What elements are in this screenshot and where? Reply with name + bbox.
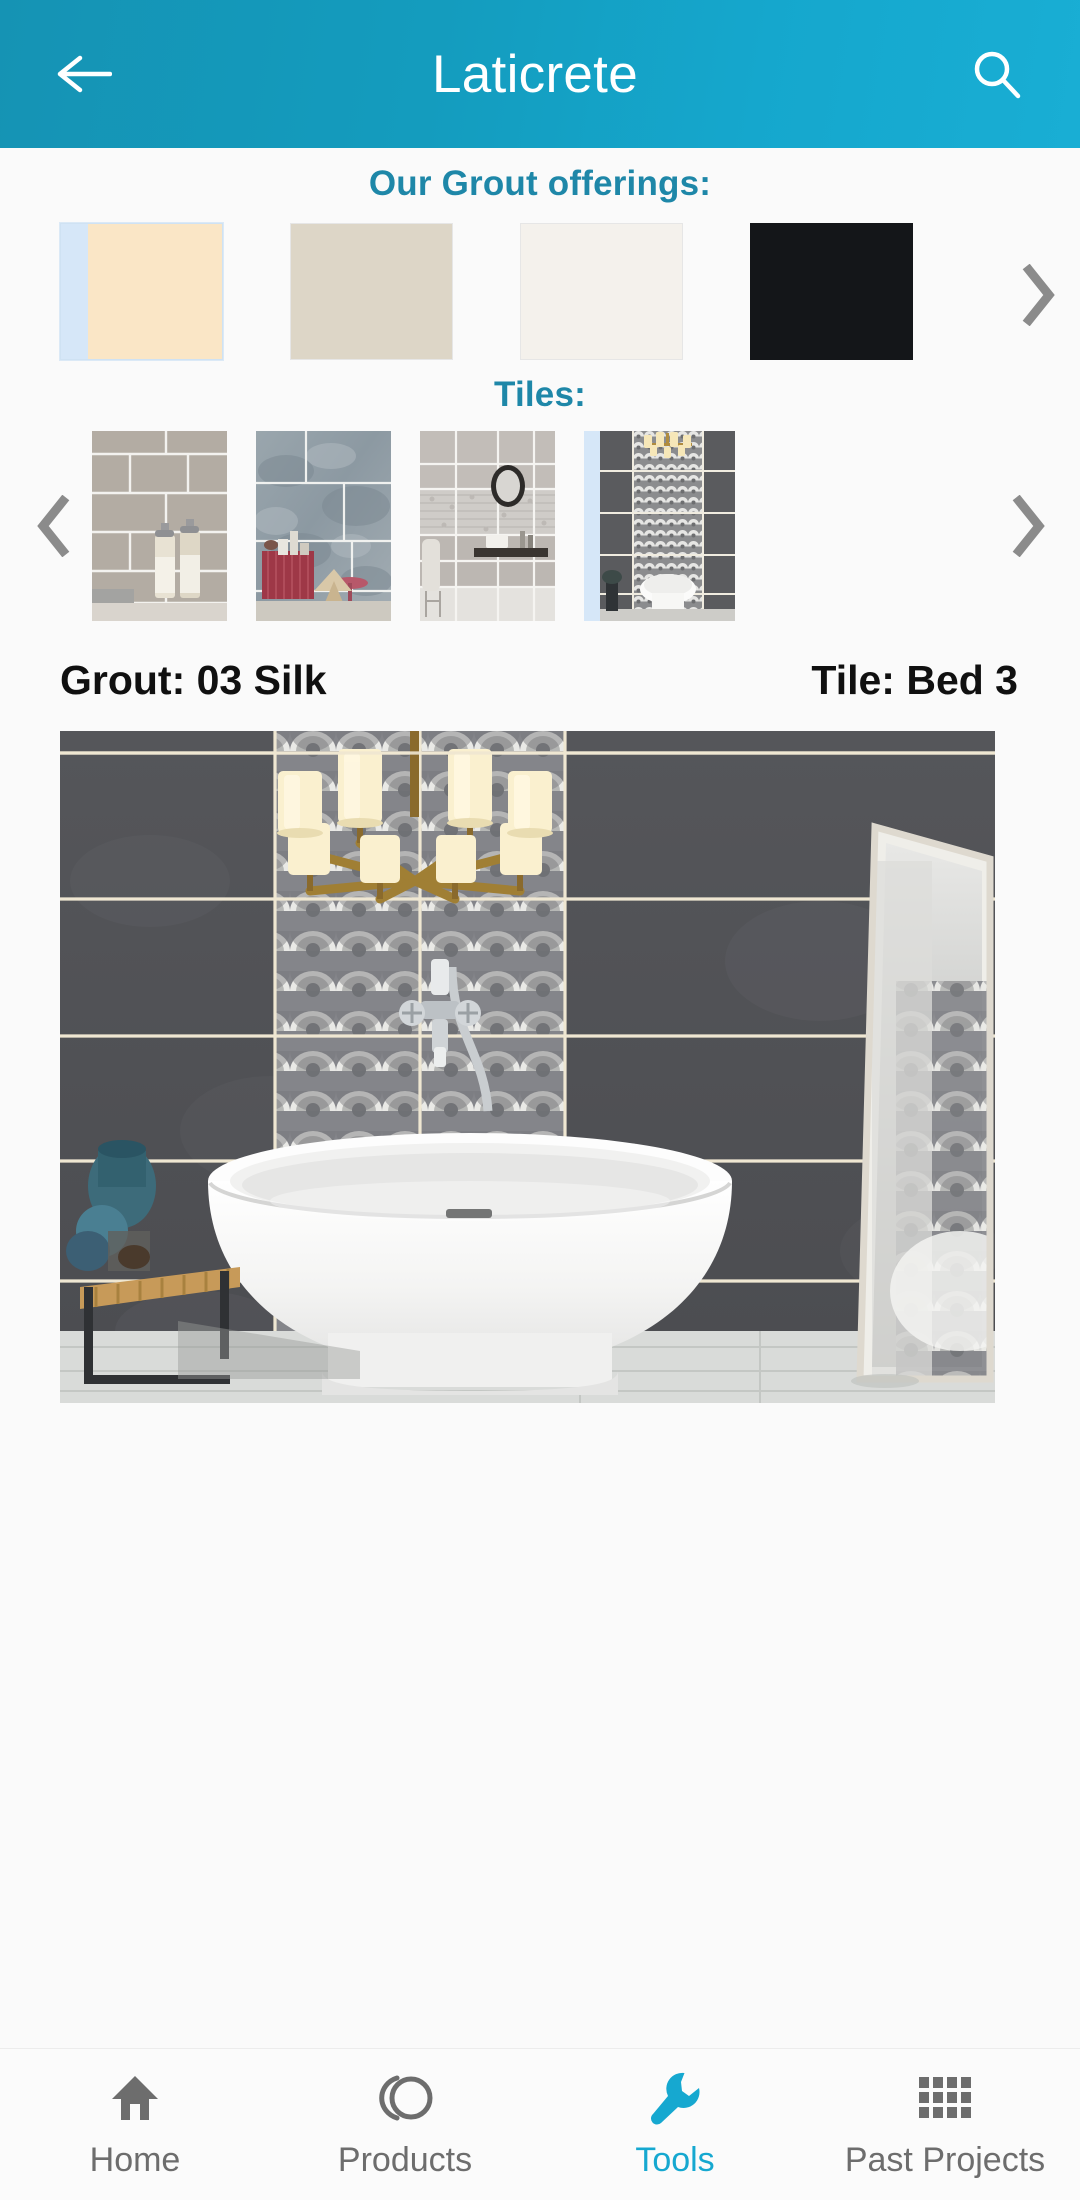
page-title: Laticrete [432, 44, 638, 104]
chevron-left-icon [37, 495, 70, 557]
grout-swatch-cream-fill [88, 224, 222, 359]
nav-label-tools: Tools [635, 2141, 715, 2179]
grout-swatch-white[interactable] [520, 223, 683, 360]
nav-item-products[interactable]: Products [270, 2049, 540, 2200]
grout-carousel[interactable] [0, 223, 1080, 369]
grout-swatch-black-fill [751, 224, 912, 359]
app-root: Laticrete Our Grout offerings: Tiles: Gr… [0, 0, 1080, 2200]
grout-swatch-cream[interactable] [60, 223, 223, 360]
nav-label-products: Products [337, 2141, 473, 2179]
leaning-mirror [851, 822, 994, 1388]
chevron-right-icon [1022, 264, 1055, 326]
grout-swatch-black[interactable] [750, 223, 913, 360]
chandelier-thumb [644, 432, 692, 458]
search-button[interactable] [958, 36, 1034, 112]
nav-label-home: Home [89, 2141, 181, 2179]
tile-thumb-2[interactable] [256, 431, 391, 621]
search-icon [974, 51, 1021, 99]
back-button[interactable] [46, 36, 122, 112]
tiles-prev-button[interactable] [30, 490, 76, 562]
tiles-next-button[interactable] [1006, 490, 1052, 562]
tile-thumb-1[interactable] [92, 431, 227, 621]
tiles-carousel[interactable] [0, 431, 1080, 621]
nav-item-tools[interactable]: Tools [540, 2049, 810, 2200]
arrow-left-icon [57, 55, 112, 93]
tile-thumb-4-image [600, 431, 735, 621]
tiles-section-heading: Tiles: [494, 375, 586, 414]
tile-thumb-1-image [92, 431, 227, 621]
selection-summary: Grout: 03 Silk Tile: Bed 3 [0, 657, 1080, 704]
nav-label-past-projects: Past Projects [844, 2141, 1046, 2179]
chevron-right-icon [1012, 495, 1045, 557]
grout-swatch-white-fill [521, 224, 682, 359]
home-icon [108, 2069, 162, 2127]
selected-grout-label: Grout: 03 Silk [60, 657, 327, 703]
grout-section-heading: Our Grout offerings: [368, 164, 712, 203]
tile-thumb-4[interactable] [584, 431, 735, 621]
app-bar: Laticrete [0, 0, 1080, 148]
grout-next-button[interactable] [1016, 259, 1062, 331]
nav-item-home[interactable]: Home [0, 2049, 270, 2200]
selected-tile-label: Tile: Bed 3 [811, 657, 1018, 703]
bottom-navigation: Home Products Tools Past Projects [0, 2048, 1080, 2200]
tile-thumb-3[interactable] [420, 431, 555, 621]
grid-icon [917, 2069, 973, 2127]
tile-thumb-2-image [256, 431, 391, 621]
wrench-icon [648, 2069, 702, 2127]
preview-render [60, 731, 995, 1403]
grout-swatch-taupe[interactable] [290, 223, 453, 360]
grout-swatch-taupe-fill [291, 224, 452, 359]
preview-image[interactable] [60, 731, 995, 1403]
nav-item-past-projects[interactable]: Past Projects [810, 2049, 1080, 2200]
tile-thumb-3-image [420, 431, 555, 621]
bucket-icon [376, 2069, 434, 2127]
